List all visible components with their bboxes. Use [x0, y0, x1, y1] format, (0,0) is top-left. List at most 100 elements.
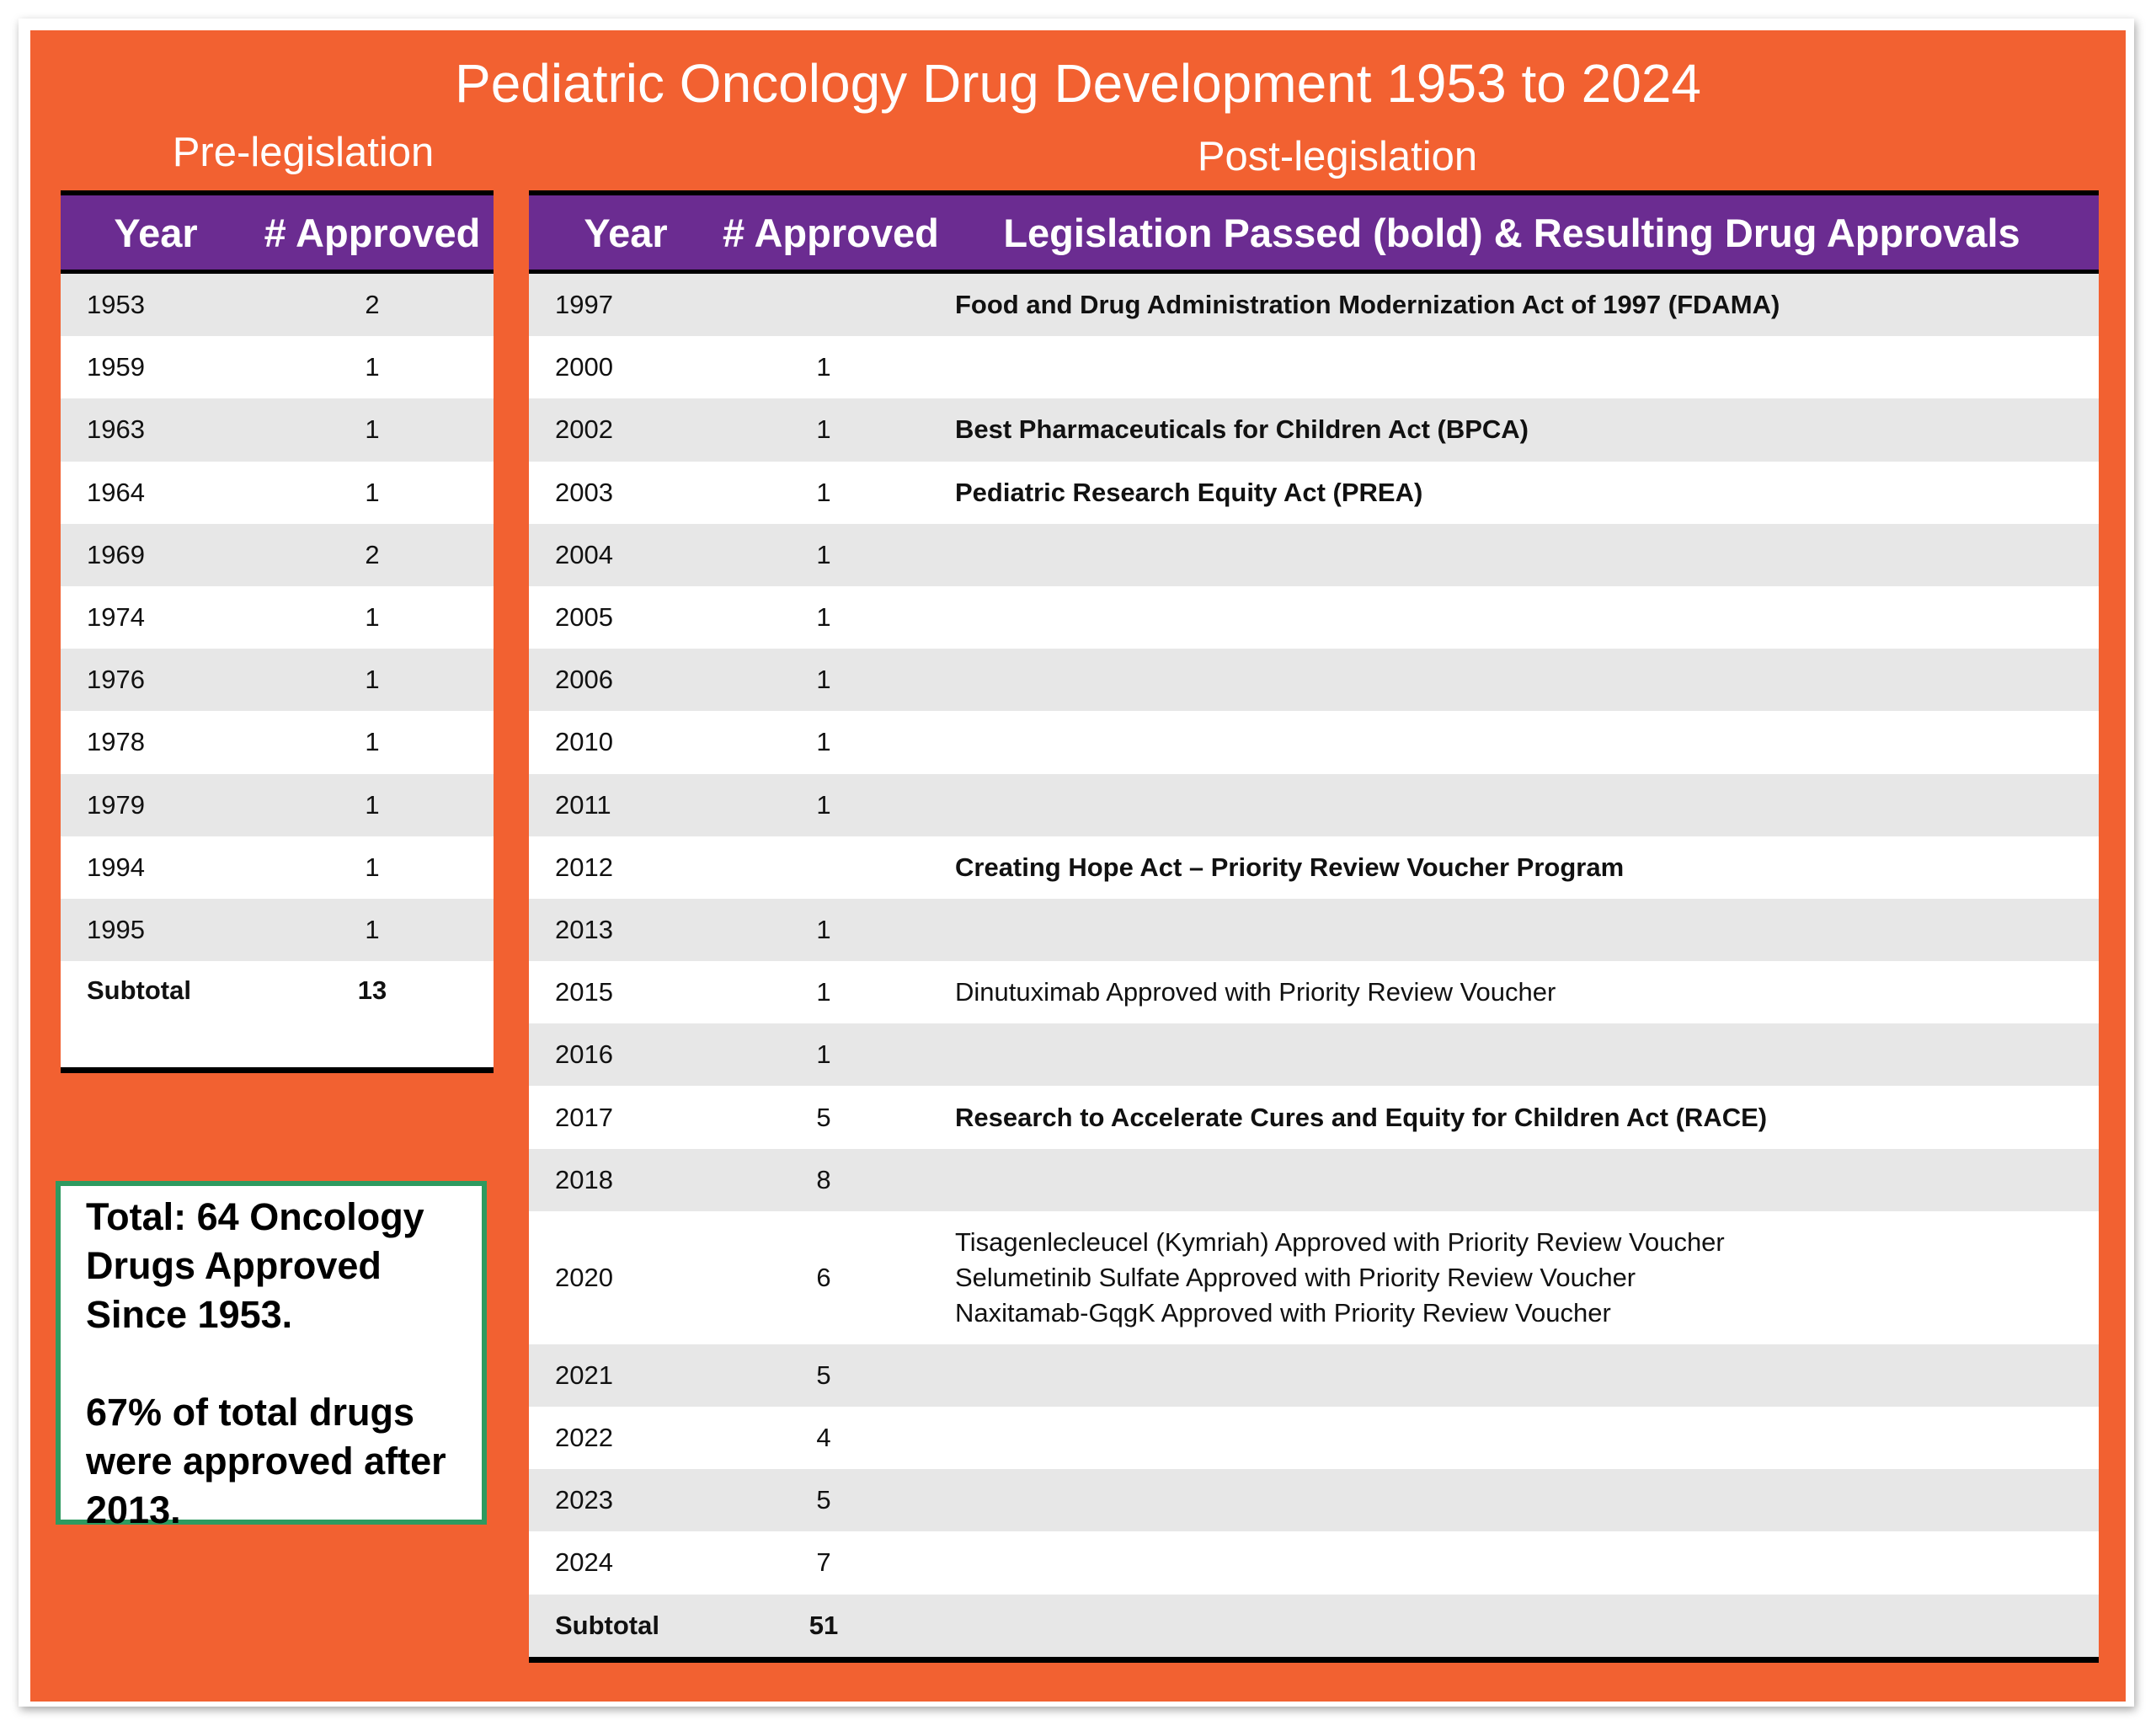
- approved-cell: 5: [723, 1469, 925, 1532]
- table-row: 1953 2: [61, 271, 494, 337]
- year-cell: 1994: [61, 836, 251, 899]
- approved-cell: 1: [723, 585, 925, 649]
- table-row: 1994 1: [61, 836, 494, 899]
- legislation-line: Tisagenlecleucel (Kymriah) Approved with…: [955, 1226, 1725, 1257]
- table-row: 2004 1: [529, 523, 2099, 586]
- table-row: 2021 5: [529, 1344, 2099, 1407]
- approved-cell: 1: [251, 649, 494, 712]
- approved-cell: 4: [723, 1407, 925, 1470]
- subtotal-label: Subtotal: [61, 961, 251, 1071]
- year-cell: 1974: [61, 585, 251, 649]
- approved-cell: 7: [723, 1531, 925, 1595]
- legislation-cell: [925, 1469, 2099, 1532]
- legislation-line: Food and Drug Administration Modernizati…: [955, 290, 1780, 320]
- table-row: 1997 Food and Drug Administration Moderni…: [529, 271, 2099, 337]
- table-row: 2020 6 Tisagenlecleucel (Kymriah) Approved…: [529, 1210, 2099, 1344]
- legislation-cell: [925, 711, 2099, 774]
- summary-total: Total: 64 Oncology Drugs Approved Since …: [86, 1195, 424, 1336]
- table-row: 1979 1: [61, 773, 494, 836]
- legislation-line: Creating Hope Act – Priority Review Vouc…: [955, 852, 1625, 882]
- year-cell: 2022: [529, 1407, 723, 1470]
- year-cell: 2016: [529, 1023, 723, 1087]
- approved-cell: 1: [723, 398, 925, 462]
- subtotal-value: 51: [723, 1594, 925, 1660]
- year-cell: 1979: [61, 773, 251, 836]
- approved-cell: 1: [251, 836, 494, 899]
- table-row: 2013 1: [529, 898, 2099, 962]
- legislation-cell: [925, 1407, 2099, 1470]
- year-cell: 2004: [529, 523, 723, 586]
- legislation-cell: Pediatric Research Equity Act (PREA): [925, 461, 2099, 524]
- approved-cell: 1: [723, 961, 925, 1024]
- legislation-cell: [925, 585, 2099, 649]
- legislation-cell: [925, 336, 2099, 399]
- subtotal-row: Subtotal 13: [61, 961, 494, 1071]
- year-cell: 1976: [61, 649, 251, 712]
- legislation-cell: [925, 523, 2099, 586]
- legislation-cell: [925, 773, 2099, 836]
- approved-cell: 1: [723, 461, 925, 524]
- table-row: 2000 1: [529, 336, 2099, 399]
- legislation-cell: [925, 898, 2099, 962]
- table-row: 1976 1: [61, 649, 494, 712]
- post-legislation-table: Year # Approved Legislation Passed (bold…: [529, 190, 2099, 1663]
- year-cell: 2011: [529, 773, 723, 836]
- post-legislation-title: Post-legislation: [1197, 134, 1478, 179]
- table-row: 2016 1: [529, 1023, 2099, 1087]
- table-row: 2006 1: [529, 649, 2099, 712]
- year-cell: 2003: [529, 461, 723, 524]
- legislation-cell: Creating Hope Act – Priority Review Vouc…: [925, 836, 2099, 899]
- approved-cell: 2: [251, 523, 494, 586]
- legislation-line: Best Pharmaceuticals for Children Act (B…: [955, 414, 1529, 445]
- year-cell: 1953: [61, 271, 251, 337]
- year-cell: 1995: [61, 898, 251, 962]
- header-year: Year: [529, 193, 723, 272]
- table-row: 1963 1: [61, 398, 494, 462]
- table-row: 2011 1: [529, 773, 2099, 836]
- year-cell: 2020: [529, 1210, 723, 1344]
- table-row: 2017 5 Research to Accelerate Cures and Eq…: [529, 1086, 2099, 1149]
- year-cell: 2023: [529, 1469, 723, 1532]
- approved-cell: 1: [723, 1023, 925, 1087]
- legislation-cell: [925, 1344, 2099, 1407]
- approved-cell: 1: [251, 711, 494, 774]
- summary-box: Total: 64 Oncology Drugs Approved Since …: [56, 1181, 487, 1531]
- legislation-cell: Dinutuximab Approved with Priority Revie…: [925, 961, 2099, 1024]
- table-row: 1964 1: [61, 461, 494, 524]
- approved-cell: 1: [723, 336, 925, 399]
- header-legislation: Legislation Passed (bold) & Resulting Dr…: [925, 193, 2099, 272]
- legislation-cell: Tisagenlecleucel (Kymriah) Approved with…: [925, 1210, 2099, 1344]
- subtotal-row: Subtotal 51: [529, 1594, 2099, 1660]
- table-row: 2012 Creating Hope Act – Priority Review …: [529, 836, 2099, 899]
- approved-cell: 5: [723, 1344, 925, 1407]
- approved-cell: 1: [723, 523, 925, 586]
- legislation-line: Naxitamab-GqgK Approved with Priority Re…: [955, 1297, 1611, 1328]
- header-approved: # Approved: [251, 193, 494, 272]
- table-header-row: Year # Approved: [61, 193, 494, 272]
- page-title: Pediatric Oncology Drug Development 1953…: [455, 53, 1701, 114]
- approved-cell: 1: [251, 398, 494, 462]
- table-row: 1978 1: [61, 711, 494, 774]
- legislation-line: Dinutuximab Approved with Priority Revie…: [955, 977, 1556, 1007]
- legislation-line: Research to Accelerate Cures and Equity …: [955, 1102, 1768, 1132]
- year-cell: 1963: [61, 398, 251, 462]
- table-row: 2022 4: [529, 1407, 2099, 1470]
- legislation-cell: Research to Accelerate Cures and Equity …: [925, 1086, 2099, 1149]
- year-cell: 2013: [529, 898, 723, 962]
- approved-cell: 1: [723, 773, 925, 836]
- year-cell: 2021: [529, 1344, 723, 1407]
- pre-legislation-table: Year # Approved 1953 2 1959 1 1963 1 1964 1 1969…: [61, 190, 494, 1074]
- approved-cell: 5: [723, 1086, 925, 1149]
- table-row: 1969 2: [61, 523, 494, 586]
- year-cell: 2002: [529, 398, 723, 462]
- year-cell: 2000: [529, 336, 723, 399]
- approved-cell: 1: [251, 773, 494, 836]
- table-row: 1974 1: [61, 585, 494, 649]
- header-year: Year: [61, 193, 251, 272]
- year-cell: 2017: [529, 1086, 723, 1149]
- year-cell: 2018: [529, 1148, 723, 1211]
- legislation-cell: [925, 1531, 2099, 1595]
- year-cell: 2015: [529, 961, 723, 1024]
- summary-percent: 67% of total drugs were approved after 2…: [86, 1391, 446, 1531]
- table-row: 1959 1: [61, 336, 494, 399]
